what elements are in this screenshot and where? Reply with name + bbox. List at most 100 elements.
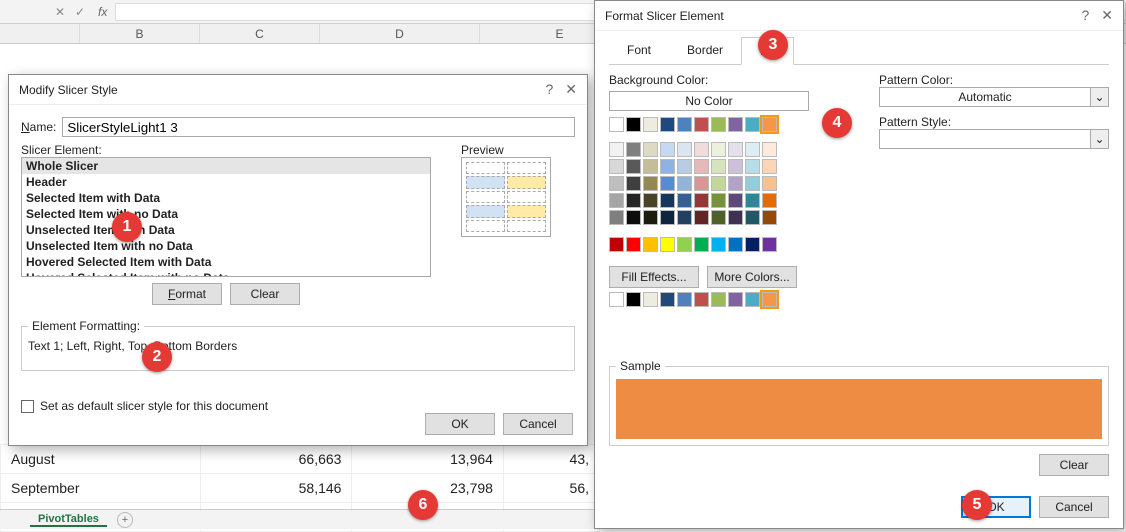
color-swatch[interactable] <box>660 210 675 225</box>
color-swatch[interactable] <box>728 117 743 132</box>
color-swatch[interactable] <box>745 142 760 157</box>
color-swatch[interactable] <box>626 292 641 307</box>
sheet-tab-active[interactable]: PivotTables <box>30 513 107 527</box>
color-swatch[interactable] <box>728 142 743 157</box>
color-swatch[interactable] <box>745 159 760 174</box>
color-swatch[interactable] <box>643 210 658 225</box>
color-swatch[interactable] <box>677 237 692 252</box>
color-swatch[interactable] <box>677 176 692 191</box>
list-item[interactable]: Whole Slicer <box>22 158 430 174</box>
clear-button[interactable]: Clear <box>230 283 300 305</box>
fill-effects-button[interactable]: Fill Effects... <box>609 266 699 288</box>
new-sheet-icon[interactable]: + <box>117 512 133 528</box>
fx-icon[interactable]: fx <box>98 5 107 19</box>
color-swatch[interactable] <box>643 193 658 208</box>
color-swatch[interactable] <box>711 210 726 225</box>
color-swatch[interactable] <box>643 142 658 157</box>
color-swatch[interactable] <box>660 292 675 307</box>
color-swatch[interactable] <box>694 292 709 307</box>
color-swatch[interactable] <box>643 237 658 252</box>
chevron-down-icon[interactable]: ⌄ <box>1091 87 1109 107</box>
name-input[interactable] <box>62 117 575 137</box>
list-item[interactable]: Unselected Item with no Data <box>22 238 430 254</box>
color-swatch[interactable] <box>728 159 743 174</box>
color-swatch[interactable] <box>677 142 692 157</box>
help-icon[interactable]: ? <box>545 81 553 98</box>
color-swatch[interactable] <box>694 117 709 132</box>
color-swatch[interactable] <box>660 142 675 157</box>
color-swatch[interactable] <box>677 210 692 225</box>
color-swatch[interactable] <box>677 193 692 208</box>
color-swatch[interactable] <box>711 159 726 174</box>
color-swatch[interactable] <box>609 117 624 132</box>
sheet-tabs[interactable]: PivotTables + <box>0 509 600 529</box>
color-swatch[interactable] <box>728 176 743 191</box>
list-item[interactable]: Header <box>22 174 430 190</box>
ok-button[interactable]: OK <box>425 413 495 435</box>
color-swatch[interactable] <box>609 292 624 307</box>
no-color-button[interactable]: No Color <box>609 91 809 111</box>
color-swatch[interactable] <box>711 117 726 132</box>
color-swatch[interactable] <box>694 142 709 157</box>
color-swatch[interactable] <box>762 176 777 191</box>
color-swatch[interactable] <box>745 176 760 191</box>
color-swatch[interactable] <box>609 193 624 208</box>
color-swatch[interactable] <box>762 292 777 307</box>
color-swatch[interactable] <box>660 193 675 208</box>
color-swatch[interactable] <box>626 193 641 208</box>
color-swatch[interactable] <box>711 237 726 252</box>
slicer-element-list[interactable]: Whole Slicer Header Selected Item with D… <box>21 157 431 277</box>
default-style-checkbox[interactable] <box>21 400 34 413</box>
color-swatch[interactable] <box>694 237 709 252</box>
color-swatch[interactable] <box>762 193 777 208</box>
color-swatch[interactable] <box>643 117 658 132</box>
color-swatch[interactable] <box>694 210 709 225</box>
color-swatch[interactable] <box>728 193 743 208</box>
color-swatch[interactable] <box>694 193 709 208</box>
tab-font[interactable]: Font <box>609 37 669 64</box>
color-swatch[interactable] <box>660 237 675 252</box>
color-swatch[interactable] <box>677 159 692 174</box>
color-swatch[interactable] <box>762 237 777 252</box>
color-swatch[interactable] <box>728 292 743 307</box>
color-swatch[interactable] <box>745 292 760 307</box>
color-swatch[interactable] <box>626 117 641 132</box>
format-button[interactable]: FFormatormat <box>152 283 222 305</box>
more-colors-button[interactable]: More Colors... <box>707 266 797 288</box>
color-swatch[interactable] <box>762 159 777 174</box>
color-swatch[interactable] <box>677 117 692 132</box>
cancel-button[interactable]: Cancel <box>503 413 573 435</box>
col-head-c[interactable]: C <box>200 24 320 43</box>
color-swatch[interactable] <box>745 117 760 132</box>
color-swatch[interactable] <box>711 292 726 307</box>
chevron-down-icon[interactable]: ⌄ <box>1091 129 1109 149</box>
list-item[interactable]: Hovered Selected Item with no Data <box>22 270 430 277</box>
color-swatch[interactable] <box>609 176 624 191</box>
color-swatch[interactable] <box>626 159 641 174</box>
color-swatch[interactable] <box>728 210 743 225</box>
close-icon[interactable]: ✕ <box>565 81 577 98</box>
color-swatch[interactable] <box>762 142 777 157</box>
color-swatch[interactable] <box>711 193 726 208</box>
color-swatch[interactable] <box>762 210 777 225</box>
clear-button[interactable]: Clear <box>1039 454 1109 476</box>
pattern-style-dropdown[interactable]: ⌄ <box>879 129 1109 149</box>
color-swatch[interactable] <box>660 176 675 191</box>
color-swatch[interactable] <box>711 142 726 157</box>
color-swatch[interactable] <box>626 176 641 191</box>
color-swatch[interactable] <box>728 237 743 252</box>
color-swatch[interactable] <box>711 176 726 191</box>
color-swatch[interactable] <box>609 142 624 157</box>
color-swatch[interactable] <box>694 159 709 174</box>
color-swatch[interactable] <box>626 210 641 225</box>
list-item[interactable]: Selected Item with no Data <box>22 206 430 222</box>
col-head-d[interactable]: D <box>320 24 480 43</box>
cancel-button[interactable]: Cancel <box>1039 496 1109 518</box>
color-swatch[interactable] <box>762 117 777 132</box>
close-icon[interactable]: ✕ <box>1101 7 1113 24</box>
pattern-color-dropdown[interactable]: Automatic ⌄ <box>879 87 1109 107</box>
color-swatch[interactable] <box>643 292 658 307</box>
color-swatch[interactable] <box>609 159 624 174</box>
color-swatch[interactable] <box>745 237 760 252</box>
help-icon[interactable]: ? <box>1081 7 1089 24</box>
